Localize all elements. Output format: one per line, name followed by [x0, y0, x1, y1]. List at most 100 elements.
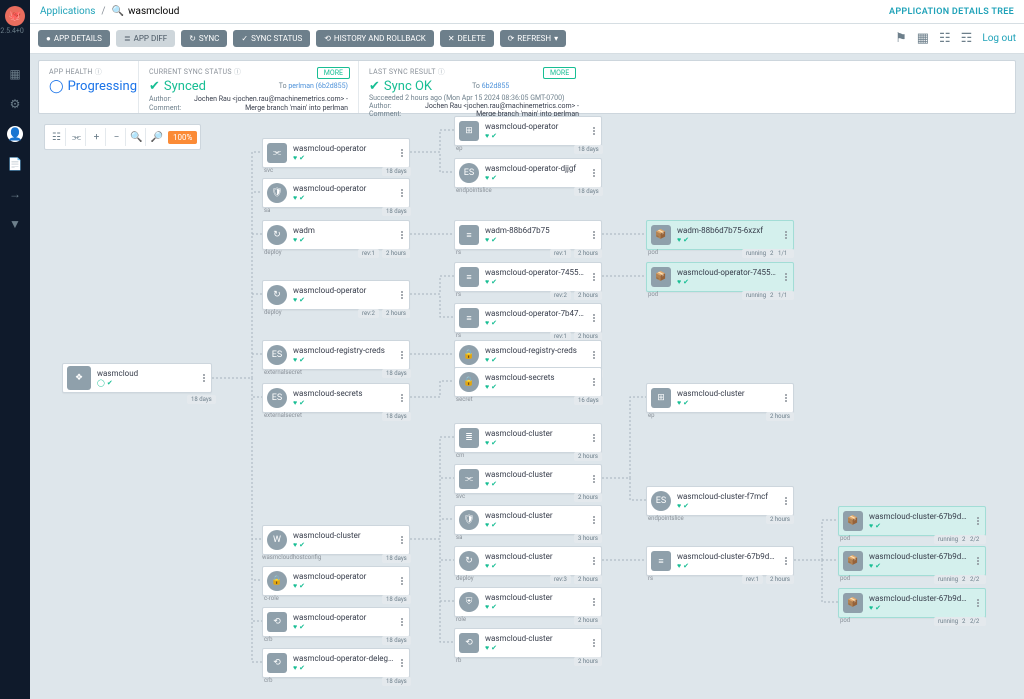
resource-tree-canvas[interactable]: ❖ wasmcloud◯✔ 18 days ⫘ wasmcloud-operat… [30, 114, 1024, 699]
node-menu[interactable] [397, 189, 409, 197]
node-menu[interactable] [397, 351, 409, 359]
resource-node[interactable]: 🔒 wasmcloud-operator♥✔ [262, 566, 410, 596]
resource-node[interactable]: ⊞ wasmcloud-operator♥✔ [454, 116, 602, 146]
node-menu[interactable] [589, 231, 601, 239]
kind-icon: 🔒 [459, 345, 479, 365]
node-menu[interactable] [589, 598, 601, 606]
resource-node[interactable]: ⫘ wasmcloud-cluster♥✔ [454, 464, 602, 494]
age-badge: 18 days [382, 677, 411, 686]
node-menu[interactable] [781, 273, 793, 281]
nav-settings-icon[interactable]: ⚙ [7, 96, 23, 112]
resource-node[interactable]: 📦 wasmcloud-operator-745559...♥✔ [646, 262, 794, 292]
node-menu[interactable] [397, 536, 409, 544]
delete-button[interactable]: ✕DELETE [440, 30, 494, 47]
node-menu[interactable] [589, 127, 601, 135]
resource-node[interactable]: ↻ wasmcloud-operator♥✔ [262, 280, 410, 310]
logout-link[interactable]: Log out [982, 33, 1016, 44]
resource-node[interactable]: 🔒 wasmcloud-secrets♥✔ [454, 367, 602, 397]
search-input[interactable] [128, 6, 208, 17]
kind-icon: ES [459, 163, 479, 183]
resource-node[interactable]: ≡ wasmcloud-cluster-67b9d7bc...♥✔ [646, 546, 794, 576]
sync-icon: ✔ [491, 356, 497, 364]
node-menu[interactable] [589, 434, 601, 442]
resource-node[interactable]: ↻ wadm♥✔ [262, 220, 410, 250]
resource-node[interactable]: ES wasmcloud-operator-djjgf♥✔ [454, 158, 602, 188]
resource-node[interactable]: 🔒 wasmcloud-registry-creds♥✔ [454, 340, 602, 370]
last-sync-more-button[interactable]: MORE [543, 67, 576, 79]
node-menu[interactable] [973, 599, 985, 607]
refresh-button[interactable]: ⟳REFRESH ▾ [500, 30, 567, 47]
view-tree-icon[interactable]: ⚑ [895, 31, 907, 46]
view-grid-icon[interactable]: ▦ [917, 31, 929, 46]
nav-user-icon[interactable]: 👤 [7, 126, 23, 142]
sync-more-button[interactable]: MORE [317, 67, 350, 79]
resource-node[interactable]: 📦 wasmcloud-cluster-67b9d7bc...♥✔ [838, 506, 986, 536]
node-menu[interactable] [397, 659, 409, 667]
node-menu[interactable] [781, 394, 793, 402]
node-menu[interactable] [397, 149, 409, 157]
breadcrumb-applications[interactable]: Applications [40, 6, 95, 17]
resource-node[interactable]: ES wasmcloud-secrets♥✔ [262, 383, 410, 413]
age-badge: 18 days [382, 412, 411, 421]
node-menu[interactable] [589, 557, 601, 565]
node-menu[interactable] [973, 557, 985, 565]
resource-node[interactable]: W wasmcloud-cluster♥✔ [262, 525, 410, 555]
node-menu[interactable] [589, 169, 601, 177]
sync-icon: ✔ [875, 604, 881, 612]
node-menu[interactable] [589, 314, 601, 322]
node-menu[interactable] [589, 516, 601, 524]
view-pods-icon[interactable]: ☷ [939, 31, 951, 46]
view-network-icon[interactable]: ☶ [961, 31, 973, 46]
resource-node[interactable]: 🛡 wasmcloud-operator♥✔ [262, 178, 410, 208]
resource-name: wasmcloud-cluster-67b9d7bc... [869, 552, 971, 561]
node-menu[interactable] [973, 517, 985, 525]
nav-docs-icon[interactable]: 📄 [7, 156, 23, 172]
resource-node[interactable]: ≡ wadm-88b6d7b75♥✔ [454, 220, 602, 250]
app-icon: ❖ [67, 366, 91, 390]
history-button[interactable]: ⟲HISTORY AND ROLLBACK [316, 30, 434, 47]
resource-node[interactable]: 📦 wasmcloud-cluster-67b9d7bc...♥✔ [838, 588, 986, 618]
node-menu[interactable] [589, 378, 601, 386]
app-diff-button[interactable]: ≣APP DIFF [116, 30, 175, 47]
resource-name: wasmcloud-secrets [293, 389, 395, 398]
resource-node[interactable]: ES wasmcloud-registry-creds♥✔ [262, 340, 410, 370]
resource-node[interactable]: ⟲ wasmcloud-cluster♥✔ [454, 628, 602, 658]
sync-button[interactable]: ↻SYNC [181, 30, 227, 47]
resource-node-root[interactable]: ❖ wasmcloud◯✔ [62, 363, 212, 393]
app-details-button[interactable]: ●APP DETAILS [38, 30, 110, 47]
node-menu[interactable] [589, 273, 601, 281]
node-menu[interactable] [589, 475, 601, 483]
age-badge: 2 hours [574, 291, 602, 300]
resource-node[interactable]: 📦 wasmcloud-cluster-67b9d7bc...♥✔ [838, 546, 986, 576]
resource-node[interactable]: ES wasmcloud-cluster-f7mcf♥✔ [646, 486, 794, 516]
resource-node[interactable]: 📦 wadm-88b6d7b75-6xzxf♥✔ [646, 220, 794, 250]
resource-node[interactable]: ⟲ wasmcloud-operator♥✔ [262, 607, 410, 637]
node-menu[interactable] [397, 231, 409, 239]
resource-node[interactable]: ≣ wasmcloud-cluster♥✔ [454, 423, 602, 453]
node-menu[interactable] [397, 618, 409, 626]
node-menu[interactable] [781, 497, 793, 505]
resource-node[interactable]: 🛡 wasmcloud-cluster♥✔ [454, 505, 602, 535]
node-menu[interactable] [781, 557, 793, 565]
node-menu[interactable] [397, 394, 409, 402]
node-menu[interactable] [589, 639, 601, 647]
node-menu[interactable] [589, 351, 601, 359]
sync-status-button[interactable]: ✓SYNC STATUS [233, 30, 310, 47]
node-menu[interactable] [397, 291, 409, 299]
node-menu[interactable] [781, 231, 793, 239]
resource-node[interactable]: ⛨ wasmcloud-cluster♥✔ [454, 587, 602, 617]
resource-node[interactable]: ≡ wasmcloud-operator-7b4774...♥✔ [454, 303, 602, 333]
resource-node[interactable]: ⟲ wasmcloud-operator-delegator♥✔ [262, 648, 410, 678]
resource-name: wasmcloud-operator-7b4774... [485, 309, 587, 318]
search-box[interactable]: 🔍 [112, 6, 208, 17]
app-health-label: APP HEALTH ⓘ [49, 67, 128, 77]
resource-node[interactable]: ↻ wasmcloud-cluster♥✔ [454, 546, 602, 576]
resource-node[interactable]: ⫘ wasmcloud-operator♥✔ [262, 138, 410, 168]
node-menu[interactable] [397, 577, 409, 585]
resource-node[interactable]: ⊞ wasmcloud-cluster♥✔ [646, 383, 794, 413]
resource-node[interactable]: ≡ wasmcloud-operator-745559...♥✔ [454, 262, 602, 292]
node-menu[interactable] [199, 374, 211, 382]
nav-collapse-icon[interactable]: → [7, 186, 23, 202]
nav-filter-icon[interactable]: ▼ [7, 216, 23, 232]
nav-apps-icon[interactable]: ▦ [7, 66, 23, 82]
